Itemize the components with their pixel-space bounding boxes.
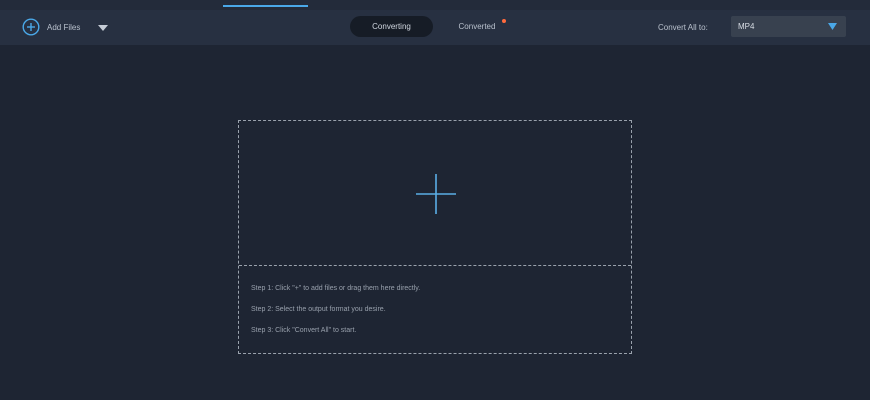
- triangle-down-icon: [828, 23, 837, 30]
- add-files-button[interactable]: Add Files: [22, 17, 80, 37]
- step-1-text: Step 1: Click "+" to add files or drag t…: [251, 285, 421, 292]
- selected-format: MP4: [738, 22, 755, 31]
- view-tabs: Converting Converted: [350, 16, 521, 37]
- add-files-label: Add Files: [47, 22, 81, 32]
- chevron-down-icon[interactable]: [97, 24, 109, 32]
- tab-converted[interactable]: Converted: [433, 16, 521, 37]
- step-2-text: Step 2: Select the output format you des…: [251, 306, 386, 313]
- output-format-select[interactable]: MP4: [731, 16, 846, 37]
- toolbar: Add Files Converting Converted Convert A…: [0, 10, 870, 45]
- step-3-text: Step 3: Click "Convert All" to start.: [251, 327, 357, 334]
- active-section-indicator: [223, 5, 308, 7]
- notification-dot: [502, 19, 506, 23]
- instruction-steps: Step 1: Click "+" to add files or drag t…: [251, 284, 420, 347]
- file-drop-zone[interactable]: Step 1: Click "+" to add files or drag t…: [238, 120, 632, 354]
- drop-zone-divider: [239, 265, 631, 266]
- top-strip: [0, 0, 870, 10]
- convert-all-label: Convert All to:: [658, 23, 708, 32]
- add-circle-icon: [22, 18, 40, 36]
- tab-converting[interactable]: Converting: [350, 16, 433, 37]
- plus-icon[interactable]: [416, 174, 456, 214]
